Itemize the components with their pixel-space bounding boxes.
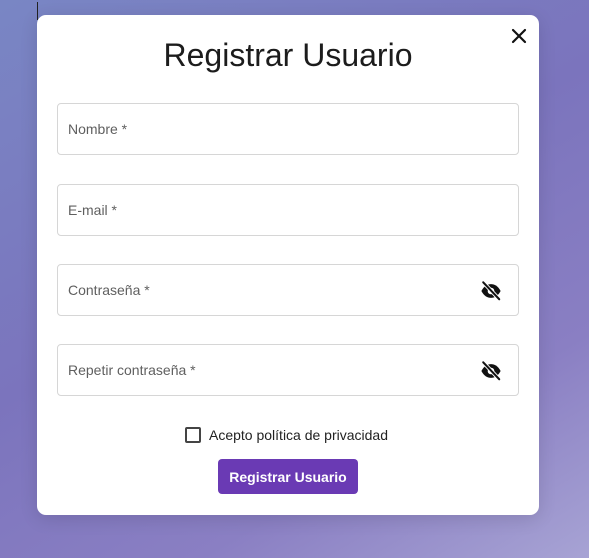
register-dialog: Registrar Usuario A — [37, 15, 539, 515]
name-field[interactable] — [57, 103, 519, 155]
privacy-checkbox[interactable] — [185, 427, 201, 443]
toggle-repeat-password-visibility-button[interactable] — [480, 360, 502, 382]
toggle-password-visibility-button[interactable] — [480, 280, 502, 302]
text-cursor — [37, 2, 38, 20]
password-field[interactable] — [57, 264, 519, 316]
name-input[interactable] — [68, 104, 468, 154]
repeat-password-field[interactable] — [57, 344, 519, 396]
email-input[interactable] — [68, 185, 468, 235]
eye-off-icon — [481, 280, 502, 302]
eye-off-icon — [481, 360, 502, 382]
privacy-label: Acepto política de privacidad — [209, 427, 388, 443]
repeat-password-input[interactable] — [68, 345, 468, 395]
privacy-checkbox-row[interactable]: Acepto política de privacidad — [185, 427, 388, 443]
email-field[interactable] — [57, 184, 519, 236]
register-button[interactable]: Registrar Usuario — [218, 459, 358, 494]
dialog-title: Registrar Usuario — [163, 37, 413, 73]
password-input[interactable] — [68, 265, 468, 315]
